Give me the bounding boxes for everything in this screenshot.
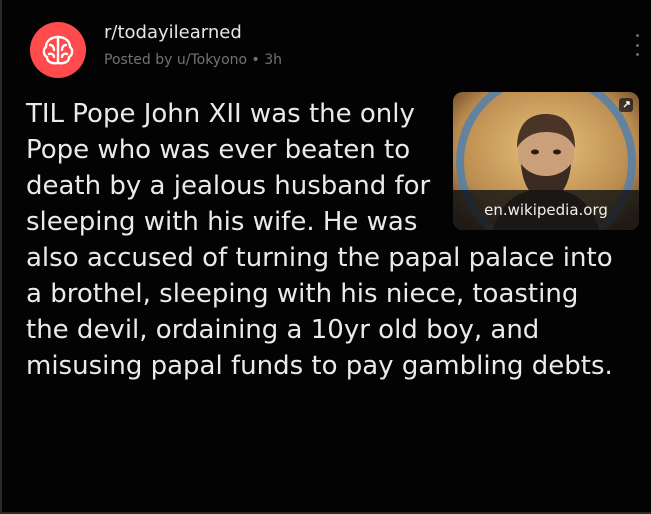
post-meta: Posted by u/Tokyono • 3h	[104, 52, 283, 68]
brain-icon	[42, 35, 74, 65]
subreddit-name[interactable]: r/todayilearned	[104, 22, 242, 43]
external-link-icon	[619, 98, 633, 112]
link-thumbnail[interactable]: en.wikipedia.org	[453, 92, 639, 230]
subreddit-avatar[interactable]	[30, 22, 86, 78]
thumbnail-domain-bar: en.wikipedia.org	[453, 190, 639, 230]
more-vertical-icon[interactable]	[634, 34, 640, 56]
post-card: r/todayilearned Posted by u/Tokyono • 3h…	[0, 0, 651, 514]
link-domain: en.wikipedia.org	[484, 201, 608, 219]
